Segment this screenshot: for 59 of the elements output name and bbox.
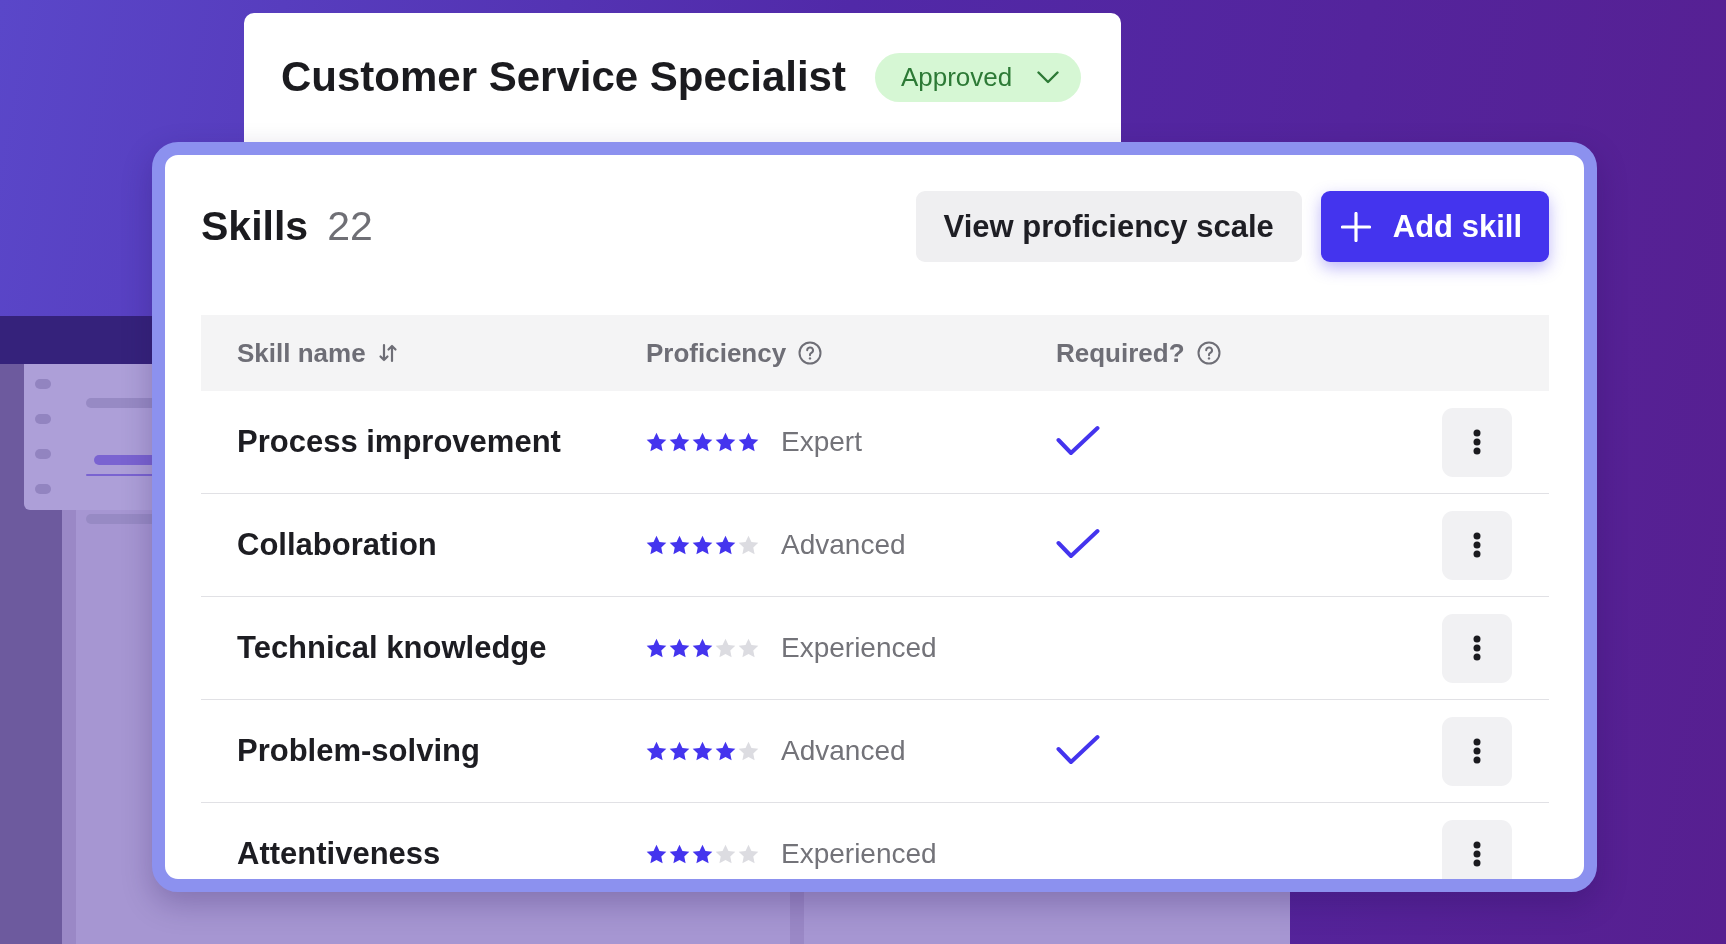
star-icon — [692, 844, 713, 864]
star-icon — [646, 741, 667, 761]
star-icon — [692, 432, 713, 452]
star-icon — [646, 432, 667, 452]
plus-icon — [1340, 211, 1371, 242]
skill-name: Collaboration — [237, 527, 437, 563]
star-icon — [715, 844, 736, 864]
help-icon[interactable] — [798, 341, 823, 365]
star-icon — [669, 535, 690, 555]
more-icon — [1473, 429, 1481, 455]
skill-name: Technical knowledge — [237, 630, 547, 666]
star-icon — [669, 638, 690, 658]
column-header: Required? — [1056, 337, 1185, 369]
proficiency-level: Advanced — [781, 735, 906, 767]
status-dropdown[interactable]: Approved — [874, 52, 1082, 102]
star-icon — [715, 535, 736, 555]
more-button[interactable] — [1442, 407, 1512, 477]
star-icon — [738, 741, 759, 761]
add-button[interactable]: Add skill — [1320, 191, 1549, 262]
skill-name: Process improvement — [237, 424, 561, 460]
star-icon — [669, 432, 690, 452]
skill-name: Attentiveness — [237, 836, 441, 872]
star-icon — [692, 638, 713, 658]
skills-count: 22 — [327, 203, 373, 250]
help-icon[interactable] — [1196, 341, 1221, 365]
star-icon — [692, 741, 713, 761]
more-icon — [1473, 841, 1481, 867]
proficiency-level: Advanced — [781, 529, 906, 561]
column-header: Skill name — [237, 337, 366, 369]
more-icon — [1473, 635, 1481, 661]
chevron-down-icon — [1037, 70, 1060, 84]
star-icon — [646, 844, 667, 864]
star-icon — [646, 535, 667, 555]
star-icon — [646, 638, 667, 658]
more-button[interactable] — [1442, 510, 1512, 580]
star-icon — [738, 432, 759, 452]
proficiency-level: Experienced — [781, 838, 937, 870]
star-icon — [715, 741, 736, 761]
column-header: Proficiency — [646, 337, 787, 369]
star-icon — [692, 535, 713, 555]
proficiency-level: Experienced — [781, 632, 937, 664]
star-icon — [738, 638, 759, 658]
proficiency-level: Expert — [781, 426, 862, 458]
star-icon — [669, 844, 690, 864]
skills-title: Skills — [201, 203, 309, 250]
more-button[interactable] — [1442, 819, 1512, 879]
star-icon — [715, 432, 736, 452]
more-icon — [1473, 738, 1481, 764]
star-icon — [715, 638, 736, 658]
more-button[interactable] — [1442, 716, 1512, 786]
sort-icon[interactable] — [377, 343, 398, 363]
view-scale-button[interactable]: View proficiency scale — [915, 191, 1302, 262]
star-icon — [738, 535, 759, 555]
more-icon — [1473, 532, 1481, 558]
star-icon — [738, 844, 759, 864]
job-title: Customer Service Specialist — [281, 53, 846, 101]
more-button[interactable] — [1442, 613, 1512, 683]
star-icon — [669, 741, 690, 761]
skill-name: Problem-solving — [237, 733, 480, 769]
